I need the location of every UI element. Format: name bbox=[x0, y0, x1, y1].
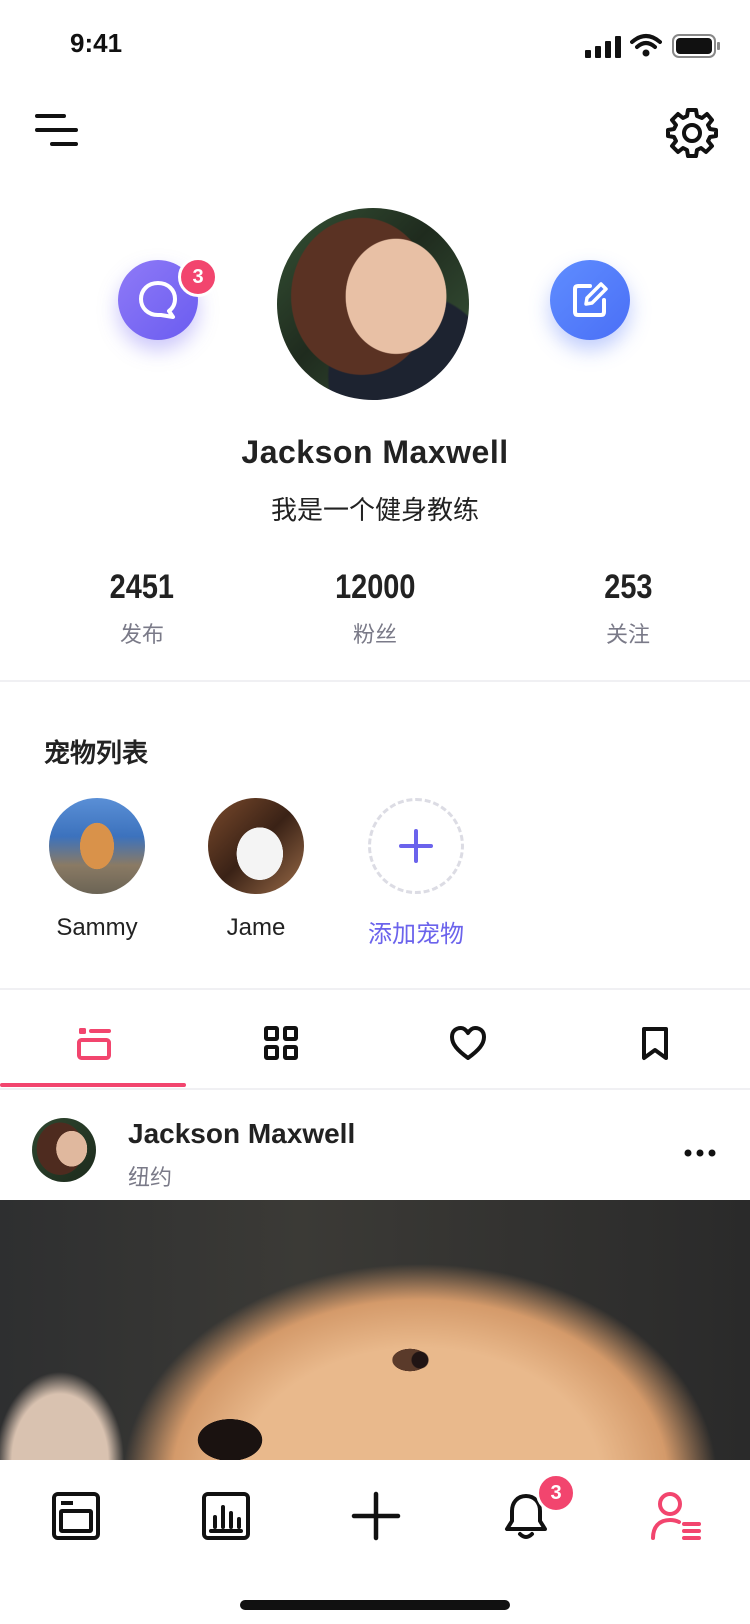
pet-avatar bbox=[49, 798, 145, 894]
stat-posts-label: 发布 bbox=[119, 623, 164, 648]
pet-avatar bbox=[208, 798, 304, 894]
stat-followers-label: 粉丝 bbox=[352, 623, 397, 648]
active-tab-indicator bbox=[0, 1083, 186, 1087]
tab-grid[interactable] bbox=[187, 1000, 374, 1086]
add-pet-label: 添加宠物 bbox=[368, 921, 464, 948]
stat-posts-value: 2451 bbox=[109, 568, 175, 606]
pet-item-jame[interactable]: Jame bbox=[186, 798, 326, 942]
pet-item-sammy[interactable]: Sammy bbox=[27, 798, 167, 942]
notifications-badge: 3 bbox=[536, 1473, 576, 1513]
stat-posts[interactable]: 2451 发布 bbox=[42, 568, 242, 649]
stat-following-value: 253 bbox=[603, 568, 653, 606]
post-author-name[interactable]: Jackson Maxwell bbox=[128, 1118, 355, 1150]
post-author-avatar[interactable] bbox=[32, 1118, 96, 1182]
stat-followers[interactable]: 12000 粉丝 bbox=[275, 568, 475, 649]
grid-icon bbox=[263, 1026, 298, 1060]
chat-bubble-icon bbox=[139, 281, 177, 319]
status-time: 9:41 bbox=[70, 28, 123, 58]
menu-icon[interactable] bbox=[34, 110, 80, 150]
heart-icon bbox=[449, 1026, 486, 1060]
nav-stats[interactable] bbox=[186, 1476, 266, 1556]
edit-pencil-icon bbox=[573, 282, 608, 317]
tab-likes[interactable] bbox=[374, 1000, 561, 1086]
tab-posts[interactable] bbox=[0, 1000, 187, 1086]
wifi-icon bbox=[630, 34, 662, 57]
profile-user-icon bbox=[651, 1492, 701, 1540]
divider bbox=[0, 988, 750, 990]
cellular-signal-icon bbox=[585, 34, 625, 58]
stat-followers-value: 12000 bbox=[334, 568, 416, 606]
bookmark-icon bbox=[641, 1027, 668, 1060]
post-image[interactable] bbox=[0, 1200, 750, 1460]
feed-icon bbox=[52, 1492, 100, 1540]
post-location: 纽约 bbox=[128, 1166, 173, 1191]
profile-name: Jackson Maxwell bbox=[241, 434, 509, 470]
settings-gear-icon[interactable] bbox=[666, 106, 718, 158]
divider bbox=[0, 1088, 750, 1090]
messages-badge: 3 bbox=[178, 257, 218, 297]
stat-following[interactable]: 253 关注 bbox=[528, 568, 728, 649]
pet-name: Sammy bbox=[56, 914, 138, 941]
nav-profile[interactable] bbox=[636, 1476, 716, 1556]
nav-create[interactable] bbox=[336, 1476, 416, 1556]
add-pet-circle bbox=[368, 798, 464, 894]
profile-bio: 我是一个健身教练 bbox=[270, 496, 479, 526]
battery-icon bbox=[672, 34, 720, 58]
list-icon bbox=[76, 1028, 111, 1060]
home-indicator bbox=[240, 1600, 510, 1610]
plus-icon bbox=[399, 829, 433, 863]
stat-following-label: 关注 bbox=[605, 623, 650, 648]
pets-section-title: 宠物列表 bbox=[44, 739, 149, 769]
more-options-icon[interactable] bbox=[680, 1138, 720, 1168]
bar-chart-icon bbox=[202, 1492, 250, 1540]
plus-icon bbox=[351, 1491, 401, 1541]
divider bbox=[0, 680, 750, 682]
nav-feed[interactable] bbox=[36, 1476, 116, 1556]
pet-name: Jame bbox=[226, 914, 286, 941]
edit-profile-button[interactable] bbox=[550, 260, 630, 340]
add-pet-button[interactable]: 添加宠物 bbox=[346, 798, 486, 949]
tab-saved[interactable] bbox=[561, 1000, 748, 1086]
profile-avatar[interactable] bbox=[277, 208, 469, 400]
